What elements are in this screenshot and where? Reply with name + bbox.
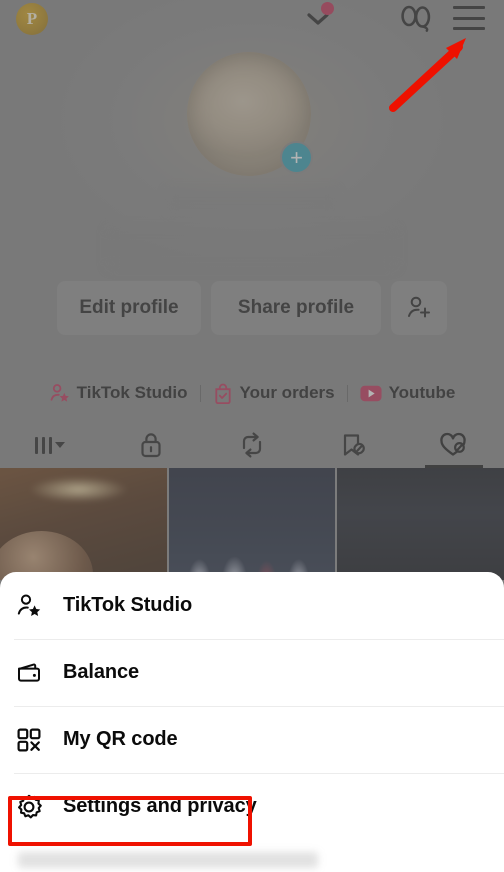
menu-item-tiktok-studio[interactable]: TikTok Studio bbox=[0, 572, 504, 639]
menu-item-settings-and-privacy[interactable]: Settings and privacy bbox=[0, 773, 504, 840]
menu-item-label: Balance bbox=[63, 661, 140, 683]
obscured-footer-text bbox=[18, 852, 318, 868]
menu-item-label: TikTok Studio bbox=[63, 594, 193, 616]
menu-item-my-qr-code[interactable]: My QR code bbox=[0, 706, 504, 773]
menu-item-balance[interactable]: Balance bbox=[0, 639, 504, 706]
qr-code-icon bbox=[16, 727, 46, 753]
person-star-icon bbox=[16, 593, 46, 619]
wallet-icon bbox=[16, 660, 46, 686]
menu-item-label: Settings and privacy bbox=[63, 795, 257, 817]
gear-icon bbox=[16, 794, 46, 820]
profile-options-bottom-sheet: TikTok Studio Balance My QR code Setting… bbox=[0, 572, 504, 872]
menu-item-label: My QR code bbox=[63, 728, 178, 750]
